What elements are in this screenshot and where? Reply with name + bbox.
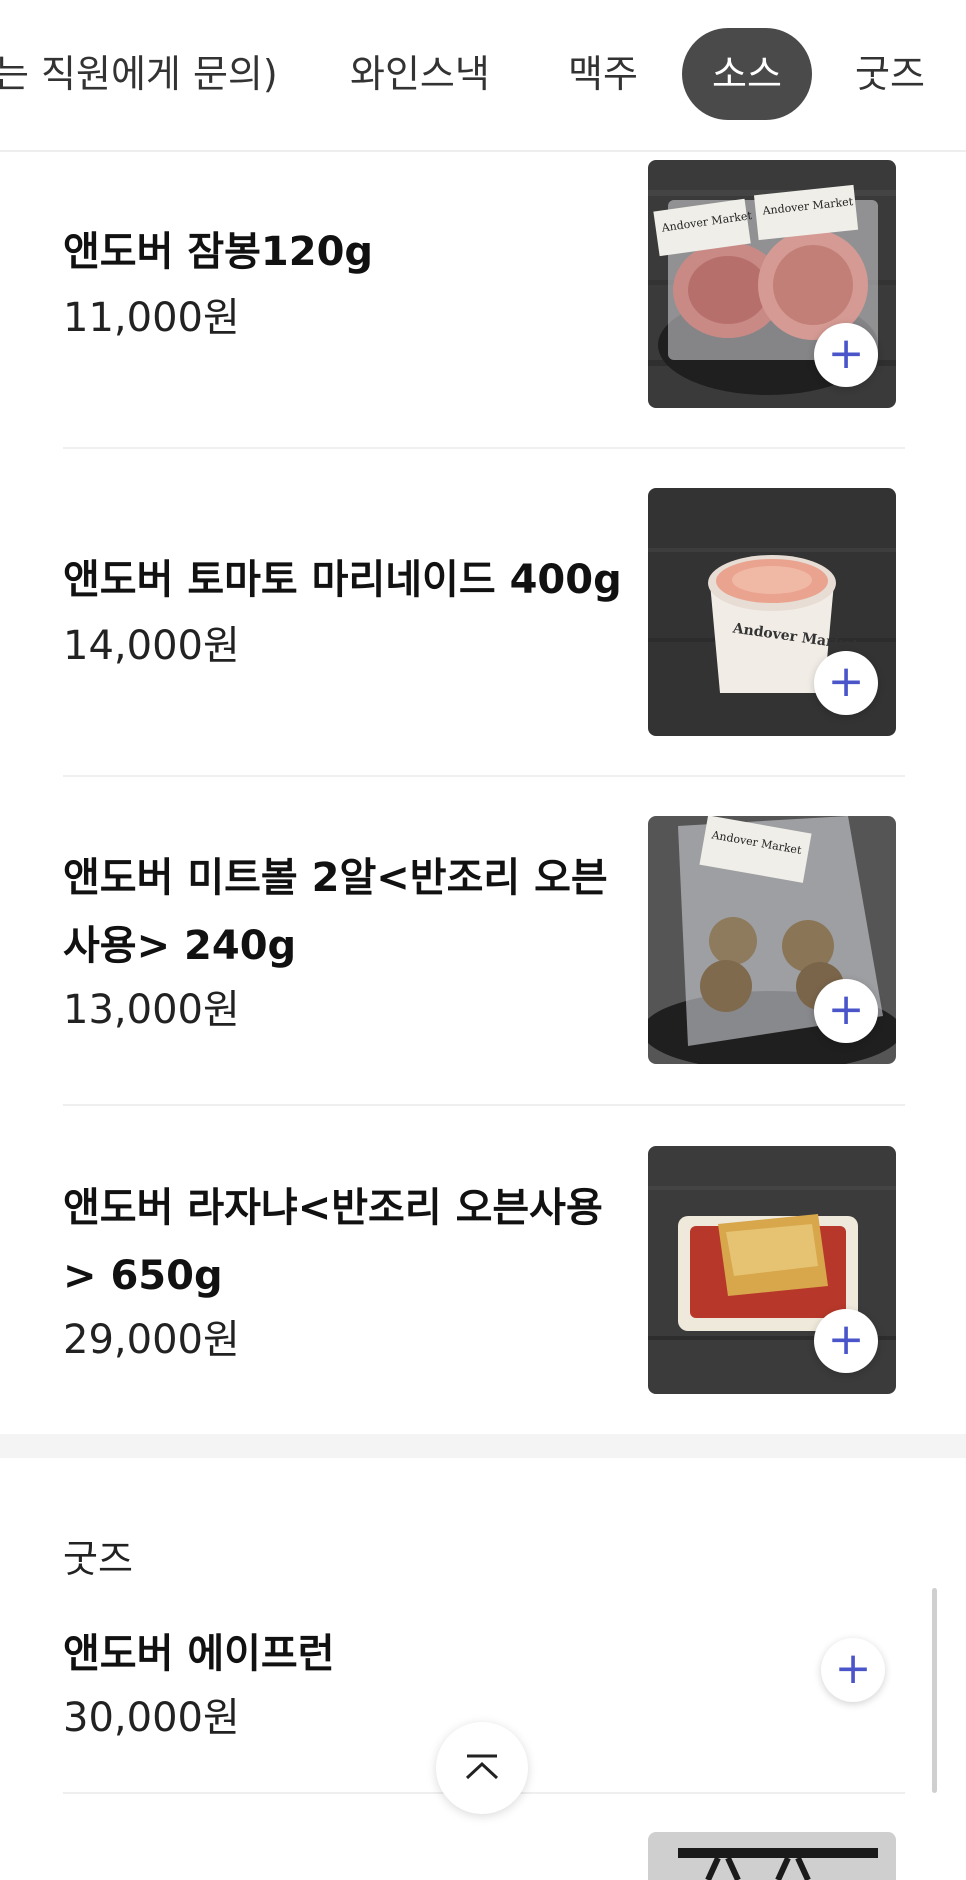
tab-beer[interactable]: 맥주 xyxy=(568,28,638,120)
product-name: 앤도버 잠봉120g xyxy=(63,229,374,275)
category-tabs: 는 직원에게 문의) 와인스낵 맥주 소스 굿즈 xyxy=(0,0,966,152)
add-to-cart-button[interactable]: + xyxy=(821,1638,885,1702)
section-separator xyxy=(0,1434,966,1458)
plus-icon: + xyxy=(827,984,865,1035)
product-price: 14,000원 xyxy=(63,623,240,669)
product-name-line: 앤도버 라자냐<반조리 오븐사용 xyxy=(63,1185,603,1231)
tab-sauce[interactable]: 소스 xyxy=(682,28,812,120)
add-to-cart-button[interactable]: + xyxy=(814,651,878,715)
product-item[interactable]: 앤도버 토마토 마리네이드 400g 14,000원 Andover Marke… xyxy=(63,488,905,776)
add-to-cart-button[interactable]: + xyxy=(814,1309,878,1373)
plus-icon: + xyxy=(827,656,865,707)
divider xyxy=(63,1104,905,1106)
product-price: 30,000원 xyxy=(63,1695,240,1741)
tab-inquiry[interactable]: 는 직원에게 문의) xyxy=(0,28,278,120)
tab-goods[interactable]: 굿즈 xyxy=(855,28,925,120)
product-price: 29,000원 xyxy=(63,1317,240,1363)
product-price: 13,000원 xyxy=(63,987,240,1033)
divider xyxy=(63,447,905,449)
section-title: 굿즈 xyxy=(63,1537,133,1581)
tab-wine-snack[interactable]: 와인스낵 xyxy=(350,28,490,120)
plus-icon: + xyxy=(834,1643,872,1694)
chevron-up-icon xyxy=(465,1754,499,1780)
product-name: 앤도버 라자냐<반조리 오븐사용 > 650g xyxy=(63,1174,633,1310)
product-price: 11,000원 xyxy=(63,295,240,341)
divider xyxy=(63,775,905,777)
next-product-photo[interactable] xyxy=(648,1832,896,1880)
add-to-cart-button[interactable]: + xyxy=(814,323,878,387)
plus-icon: + xyxy=(827,1314,865,1365)
product-name: 앤도버 미트볼 2알<반조리 오븐 사용> 240g xyxy=(63,844,633,980)
plus-icon: + xyxy=(827,328,865,379)
add-to-cart-button[interactable]: + xyxy=(814,979,878,1043)
product-item[interactable]: 앤도버 잠봉120g 11,000원 Andover Market Andove… xyxy=(63,160,905,448)
product-item[interactable]: 앤도버 라자냐<반조리 오븐사용 > 650g 29,000원 + xyxy=(63,1146,905,1434)
product-name-line: 사용> 240g xyxy=(63,923,297,969)
product-name-line: > 650g xyxy=(63,1253,223,1299)
product-name-line: 앤도버 미트볼 2알<반조리 오븐 xyxy=(63,855,608,901)
product-name: 앤도버 토마토 마리네이드 400g xyxy=(63,557,622,603)
scrollbar[interactable] xyxy=(932,1588,937,1793)
product-item[interactable]: 앤도버 미트볼 2알<반조리 오븐 사용> 240g 13,000원 Andov… xyxy=(63,816,905,1104)
scroll-to-top-button[interactable] xyxy=(436,1722,528,1814)
product-name: 앤도버 에이프런 xyxy=(63,1631,335,1677)
